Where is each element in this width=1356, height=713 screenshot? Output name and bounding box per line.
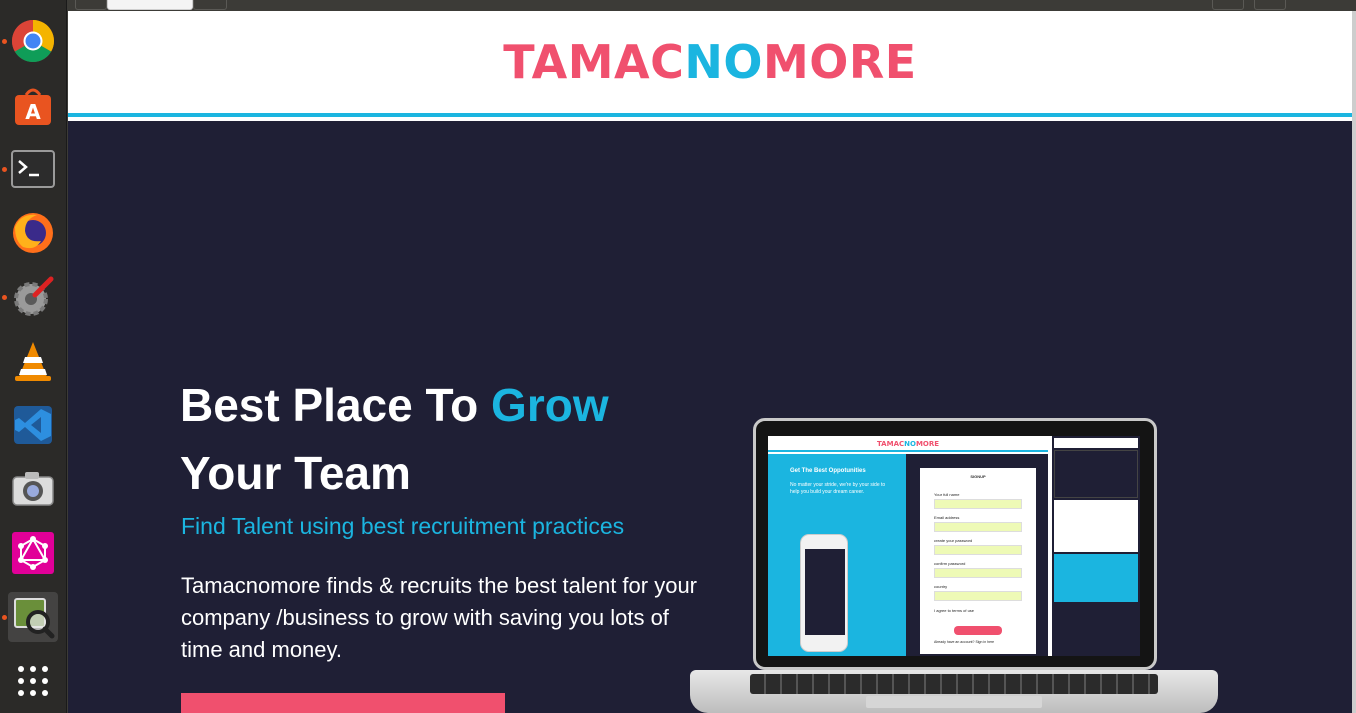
mockup-logo-mid: NO [904,440,916,448]
chrome-icon[interactable] [8,16,58,66]
site-header: TAMACNOMORE [68,11,1352,117]
mockup-left-title: Get The Best Oppotunities [790,468,866,474]
mockup-form-title: SIGNUP [970,474,986,479]
mockup-select [934,591,1022,601]
graphql-icon[interactable] [8,528,58,578]
mockup-field [934,499,1022,509]
software-center-icon[interactable]: A [8,80,58,130]
hero-title-part2: Your Team [180,447,411,499]
logo-right: MORE [762,35,917,89]
app-grid-icon[interactable] [8,656,58,706]
phone-screen [805,549,845,635]
site-logo[interactable]: TAMACNOMORE [503,35,916,89]
launcher-dock: A [0,0,67,713]
mockup-terms: I agree to terms of use [934,608,975,613]
mockup-field-label: create your password [934,538,973,543]
firefox-icon[interactable] [8,208,58,258]
hero-subtitle: Find Talent using best recruitment pract… [181,513,625,539]
preview-features [1054,500,1138,552]
vlc-icon[interactable] [8,336,58,386]
cta-button[interactable] [181,693,505,713]
hero-title-part1: Best Place To [180,379,492,431]
mockup-field-label: Email address [934,515,960,520]
mockup-field [934,568,1022,578]
phone-mockup [800,534,848,652]
laptop-trackpad [866,696,1042,708]
logo-left: TAMAC [503,35,685,89]
vscode-icon[interactable] [8,400,58,450]
mockup-left-text: No matter your stride, we're by your sid… [790,482,886,495]
laptop-screen: TAMACNOMORE Get The Best Oppotunities No… [768,436,1140,656]
mockup-field-label: country [934,584,948,589]
hero-description: Tamacnomore finds & recruits the best ta… [181,573,698,662]
browser-viewport: TAMACNOMORE Best Place To Grow Your Team … [68,11,1352,713]
mockup-logo-left: TAMAC [876,440,905,448]
mockup-header: TAMACNOMORE [768,436,1048,452]
mockup-field-label: Your full name [934,492,960,497]
preview-profile [1054,554,1138,602]
hero-title: Best Place To Grow Your Team [180,371,700,507]
browser-tab-active[interactable] [107,0,193,10]
screenshot-icon[interactable] [8,464,58,514]
window-minimize-button[interactable] [1212,0,1244,10]
mockup-left-panel: Get The Best Oppotunities No matter your… [768,454,906,656]
running-indicator [2,295,7,300]
mockup-page-previews [1052,436,1140,656]
preview-header [1054,438,1138,448]
mockup-continue-button [954,626,1002,635]
mockup-logo-right: MORE [915,440,940,448]
mockup-field [934,522,1022,532]
terminal-icon[interactable] [8,144,58,194]
mockup-field-label: confirm password [934,561,966,566]
mockup-field [934,545,1022,555]
preview-footer [1054,604,1138,644]
laptop-mockup-image: TAMACNOMORE Get The Best Oppotunities No… [690,408,1218,713]
scrollbar[interactable] [1352,11,1356,713]
hero-title-accent: Grow [491,379,609,431]
mockup-form-panel: SIGNUP Your full name Email address crea… [906,454,1048,656]
mockup-signup-form: SIGNUP Your full name Email address crea… [920,468,1036,654]
running-indicator [2,615,7,620]
preview-hero [1054,450,1138,498]
laptop-keyboard [750,674,1158,694]
window-maximize-button[interactable] [1254,0,1286,10]
browser-tabstrip [68,0,1356,11]
browser-tab[interactable] [75,0,107,10]
browser-tab[interactable] [193,0,227,10]
system-settings-icon[interactable] [8,272,58,322]
logo-mid: NO [684,35,763,89]
running-indicator [2,167,7,172]
running-indicator [2,39,7,44]
image-viewer-icon[interactable] [8,592,58,642]
svg-text:A: A [25,100,41,124]
hero-section: Best Place To Grow Your Team Find Talent … [68,121,1352,713]
mockup-login-text: Already have an account? Sign in here [934,640,995,644]
